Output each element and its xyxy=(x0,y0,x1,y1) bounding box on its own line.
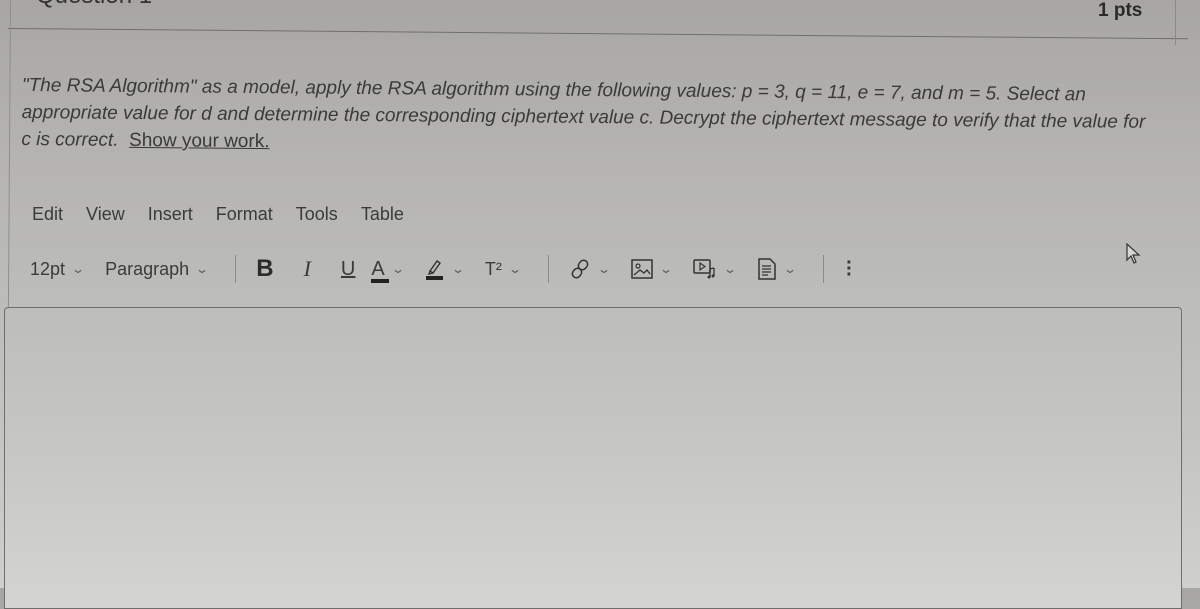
chevron-down-icon: ⌄ xyxy=(71,262,86,276)
editor-menubar: Edit View Insert Format Tools Table xyxy=(32,204,427,225)
header-divider xyxy=(7,28,1188,40)
text-color-button[interactable]: A ⌄ xyxy=(371,257,405,283)
mouse-cursor-icon xyxy=(1126,242,1142,270)
link-icon xyxy=(569,258,591,280)
menu-insert[interactable]: Insert xyxy=(148,204,193,225)
chevron-down-icon: ⌄ xyxy=(450,262,465,276)
editor-toolbar: 12pt ⌄ Paragraph ⌄ B I U A ⌄ ⌄ T² ⌄ ⌄ ⌄ xyxy=(30,253,1000,285)
points-label: 1 pts xyxy=(1098,0,1143,21)
question-text: "The RSA Algorithm" as a model, apply th… xyxy=(21,72,1152,163)
superscript-icon: T² xyxy=(484,258,502,279)
media-icon xyxy=(693,258,717,280)
media-button[interactable]: ⌄ xyxy=(693,258,738,280)
underline-button[interactable]: U xyxy=(341,258,355,281)
text-color-icon: A xyxy=(371,257,390,283)
rich-text-editor-area[interactable] xyxy=(4,307,1182,609)
chevron-down-icon: ⌄ xyxy=(783,262,798,276)
font-size-select[interactable]: 12pt ⌄ xyxy=(30,258,86,280)
chevron-down-icon: ⌄ xyxy=(596,262,611,276)
chevron-down-icon: ⌄ xyxy=(195,262,210,276)
image-button[interactable]: ⌄ xyxy=(631,259,674,279)
highlighter-icon xyxy=(425,258,445,280)
superscript-button[interactable]: T² ⌄ xyxy=(484,258,522,280)
question-emphasis: Show your work. xyxy=(129,129,270,153)
toolbar-separator xyxy=(235,255,237,283)
more-vertical-icon[interactable]: · · · xyxy=(846,253,853,285)
image-icon xyxy=(631,259,653,279)
menu-edit[interactable]: Edit xyxy=(32,204,63,225)
chevron-down-icon: ⌄ xyxy=(658,262,674,276)
question-title: Question 1 xyxy=(36,0,152,10)
toolbar-separator xyxy=(823,255,825,283)
toolbar-separator xyxy=(547,255,549,283)
bold-button[interactable]: B xyxy=(256,255,273,283)
highlight-color-button[interactable]: ⌄ xyxy=(425,258,465,280)
italic-button[interactable]: I xyxy=(304,256,311,282)
chevron-down-icon: ⌄ xyxy=(390,262,405,276)
panel-edge xyxy=(1175,0,1176,45)
menu-tools[interactable]: Tools xyxy=(296,204,338,225)
menu-table[interactable]: Table xyxy=(361,204,404,225)
chevron-down-icon: ⌄ xyxy=(507,262,522,276)
link-button[interactable]: ⌄ xyxy=(569,258,611,280)
chevron-down-icon: ⌄ xyxy=(723,262,738,276)
block-format-select[interactable]: Paragraph ⌄ xyxy=(105,258,210,280)
block-format-value: Paragraph xyxy=(105,258,190,279)
document-button[interactable]: ⌄ xyxy=(757,258,798,280)
menu-view[interactable]: View xyxy=(86,204,125,225)
menu-format[interactable]: Format xyxy=(216,204,273,225)
font-size-value: 12pt xyxy=(30,258,66,279)
document-icon xyxy=(757,258,777,280)
